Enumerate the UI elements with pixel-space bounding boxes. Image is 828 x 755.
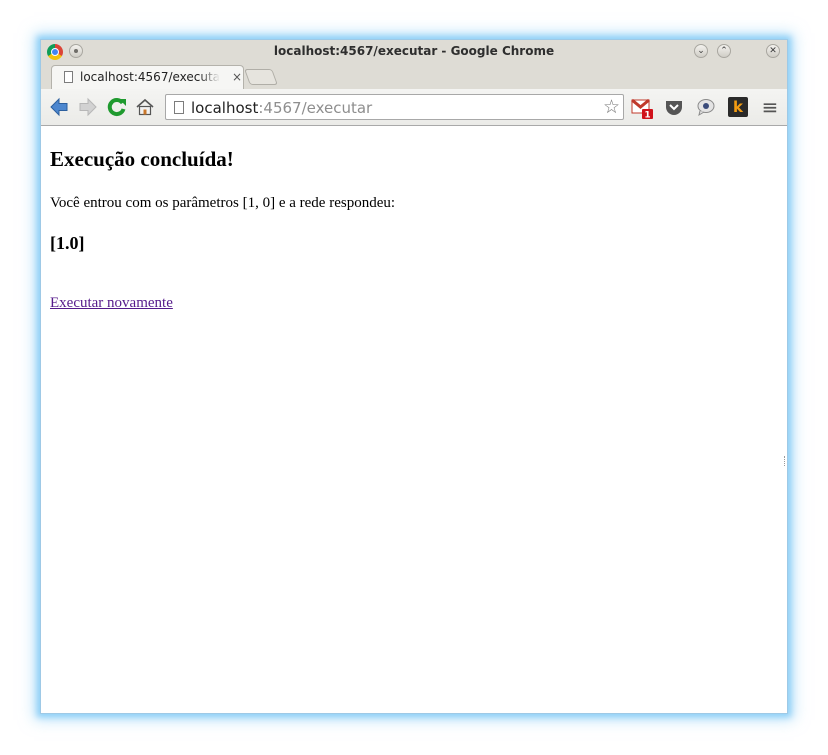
minimize-button[interactable]: ⌄ — [694, 44, 708, 58]
bookmark-star-icon[interactable]: ☆ — [603, 96, 620, 118]
window-title: localhost:4567/executar - Google Chrome — [273, 44, 555, 58]
resize-grip[interactable] — [784, 456, 787, 466]
forward-arrow-icon[interactable] — [78, 97, 98, 117]
page-icon — [174, 101, 184, 114]
url-path: :4567/executar — [258, 99, 373, 117]
url-host: localhost — [191, 99, 259, 117]
title-bar: localhost:4567/executar - Google Chrome … — [41, 40, 787, 64]
page-icon — [64, 71, 73, 83]
chat-bubble-icon[interactable] — [696, 97, 716, 117]
network-output: [1.0] — [50, 233, 85, 253]
back-arrow-icon[interactable] — [49, 97, 69, 117]
tab-close-icon[interactable]: × — [232, 70, 242, 84]
close-window-button[interactable]: ✕ — [766, 44, 780, 58]
reload-icon[interactable] — [107, 97, 127, 117]
result-message: Você entrou com os parâmetros [1, 0] e a… — [50, 195, 396, 211]
gmail-checker-icon[interactable]: 1 — [631, 96, 655, 120]
page-heading: Execução concluída! — [50, 147, 234, 171]
url-text[interactable]: localhost:4567/executar — [191, 99, 372, 117]
page-content: Execução concluída! Você entrou com os p… — [41, 126, 787, 713]
address-bar[interactable]: localhost:4567/executar ☆ — [165, 94, 624, 120]
browser-window: localhost:4567/executar - Google Chrome … — [40, 39, 788, 714]
tab-strip: localhost:4567/executar × — [41, 64, 787, 89]
run-again-link[interactable]: Executar novamente — [50, 295, 173, 312]
tab-title: localhost:4567/executar — [80, 70, 220, 84]
tab-executar[interactable]: localhost:4567/executar × — [51, 65, 244, 89]
home-icon[interactable] — [135, 97, 155, 117]
chrome-menu-icon[interactable]: ≡ — [760, 95, 780, 119]
kindle-extension-icon[interactable]: k — [728, 97, 748, 117]
pocket-icon[interactable] — [664, 97, 684, 117]
maximize-button[interactable]: ⌃ — [717, 44, 731, 58]
browser-toolbar: localhost:4567/executar ☆ 1 k ≡ — [41, 89, 787, 126]
gmail-unread-badge: 1 — [644, 111, 650, 121]
new-tab-button[interactable] — [244, 69, 278, 85]
